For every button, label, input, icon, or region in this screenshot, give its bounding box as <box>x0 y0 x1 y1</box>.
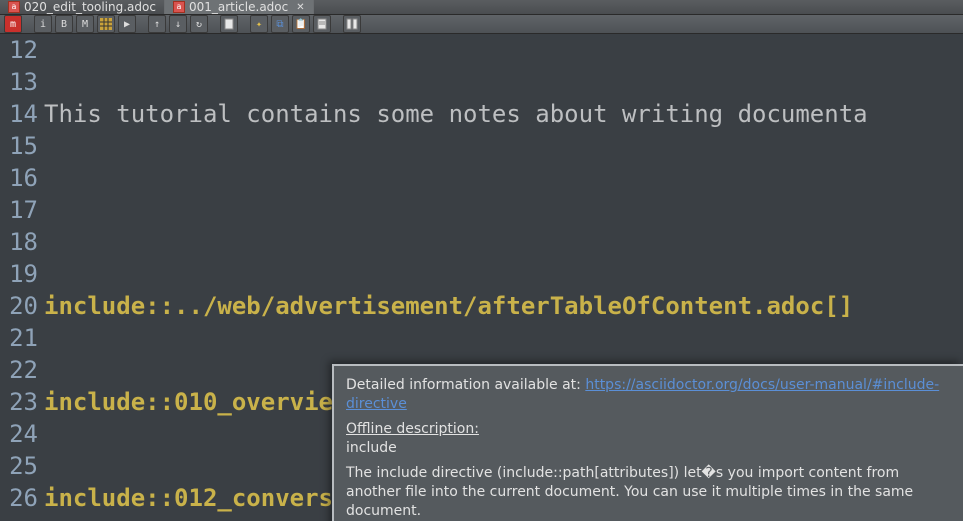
play-icon: ▶ <box>124 19 130 30</box>
new-button[interactable]: ✦ <box>250 15 268 33</box>
sparkle-icon: ✦ <box>256 19 262 30</box>
line-number: 13 <box>0 66 38 98</box>
tab-020-edit-tooling[interactable]: a 020_edit_tooling.adoc <box>0 0 165 14</box>
line-number: 19 <box>0 258 38 290</box>
tooltip-body: The include directive (include::path[att… <box>346 464 951 521</box>
line-number: 15 <box>0 130 38 162</box>
code-line[interactable]: This tutorial contains some notes about … <box>44 98 963 130</box>
line-number: 25 <box>0 450 38 482</box>
copy-icon: ⧉ <box>276 19 283 30</box>
arrow-up-icon: ↑ <box>154 19 160 30</box>
line-number: 26 <box>0 482 38 514</box>
line-number: 23 <box>0 386 38 418</box>
run-button[interactable]: ▶ <box>118 15 136 33</box>
clipboard-icon: 📋 <box>295 19 307 30</box>
code-line[interactable]: include::../web/advertisement/afterTable… <box>44 290 963 322</box>
line-number: 17 <box>0 194 38 226</box>
refresh-button[interactable]: ↻ <box>190 15 208 33</box>
code-line[interactable] <box>44 194 963 226</box>
tab-label: 001_article.adoc <box>189 0 288 14</box>
line-number: 16 <box>0 162 38 194</box>
tooltip-directive-name: include <box>346 440 397 456</box>
line-number: 24 <box>0 418 38 450</box>
tab-bar: a 020_edit_tooling.adoc a 001_article.ad… <box>0 0 963 15</box>
tab-label: 020_edit_tooling.adoc <box>24 0 156 14</box>
line-number: 14 <box>0 98 38 130</box>
copy-button[interactable]: ⧉ <box>271 15 289 33</box>
line-number: 12 <box>0 34 38 66</box>
document-icon <box>316 18 328 30</box>
bold-button[interactable]: B <box>55 15 73 33</box>
asciidoc-file-icon: a <box>8 1 20 13</box>
columns-icon <box>346 18 358 30</box>
line-number: 22 <box>0 354 38 386</box>
refresh-icon: ↻ <box>196 19 202 30</box>
line-number: 18 <box>0 226 38 258</box>
columns-button[interactable] <box>343 15 361 33</box>
monospace-button[interactable]: m <box>4 15 22 33</box>
tab-001-article[interactable]: a 001_article.adoc ✕ <box>165 0 314 14</box>
italic-button[interactable]: i <box>34 15 52 33</box>
editor-window: a 020_edit_tooling.adoc a 001_article.ad… <box>0 0 963 521</box>
line-number: 21 <box>0 322 38 354</box>
page-button[interactable] <box>220 15 238 33</box>
paste-button[interactable]: 📋 <box>292 15 310 33</box>
close-tab-icon[interactable]: ✕ <box>296 2 304 13</box>
move-up-button[interactable]: ↑ <box>148 15 166 33</box>
table-icon <box>100 18 112 30</box>
hover-documentation-tooltip: Detailed information available at: https… <box>332 364 963 521</box>
asciidoc-file-icon: a <box>173 1 185 13</box>
table-button[interactable] <box>97 15 115 33</box>
tooltip-offline-heading: Offline description: <box>346 421 479 437</box>
page-icon <box>223 18 235 30</box>
doc-button[interactable] <box>313 15 331 33</box>
marker-button[interactable]: M <box>76 15 94 33</box>
line-number-gutter: 12 13 14 15 16 17 18 19 20 21 22 23 24 2… <box>0 34 44 521</box>
editor-toolbar: m i B M ▶ ↑ ↓ ↻ ✦ ⧉ 📋 <box>0 15 963 34</box>
line-number: 20 <box>0 290 38 322</box>
move-down-button[interactable]: ↓ <box>169 15 187 33</box>
tooltip-intro: Detailed information available at: https… <box>346 376 951 414</box>
arrow-down-icon: ↓ <box>175 19 181 30</box>
code-editor[interactable]: 12 13 14 15 16 17 18 19 20 21 22 23 24 2… <box>0 34 963 521</box>
